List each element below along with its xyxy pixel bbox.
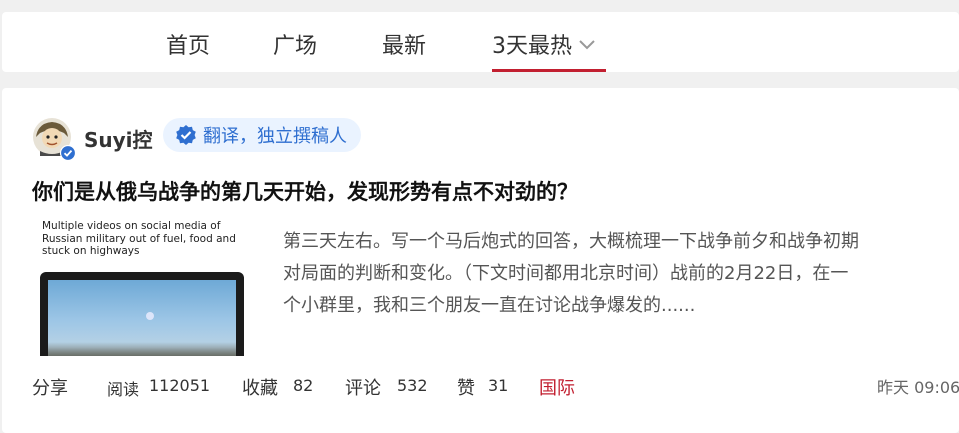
verified-check-icon bbox=[60, 145, 76, 161]
thumbnail-treeline bbox=[48, 342, 236, 356]
chevron-down-icon bbox=[579, 40, 595, 50]
tab-3day-hottest-label: 3天最热 bbox=[492, 34, 572, 59]
excerpt-line: 对局面的判断和变化。（下文时间都用北京时间）战前的2月22日，在一 bbox=[283, 263, 849, 284]
verified-badge-icon bbox=[176, 125, 196, 145]
author-badge: 翻译，独立撰稿人 bbox=[163, 118, 361, 152]
comments-count: 532 bbox=[397, 376, 428, 395]
tab-latest[interactable]: 最新 bbox=[382, 28, 426, 60]
author-badge-text: 翻译，独立撰稿人 bbox=[203, 126, 347, 147]
post-excerpt[interactable]: 第三天左右。写一个马后炮式的回答，大概梳理一下战争前夕和战争初期 对局面的判断和… bbox=[283, 226, 959, 322]
reads-count: 112051 bbox=[149, 376, 211, 395]
favorite-button[interactable]: 收藏 bbox=[242, 374, 278, 400]
likes-count: 31 bbox=[488, 376, 509, 395]
excerpt-line: 第三天左右。写一个马后炮式的回答，大概梳理一下战争前夕和战争初期 bbox=[283, 231, 859, 252]
reads-label: 阅读 bbox=[107, 380, 140, 399]
tab-home-label: 首页 bbox=[166, 34, 211, 59]
favorites-count: 82 bbox=[293, 376, 314, 395]
avatar[interactable] bbox=[32, 117, 76, 161]
comment-button[interactable]: 评论 bbox=[345, 374, 381, 400]
thumbnail-object bbox=[146, 312, 154, 320]
post-footer: 分享 阅读 112051 收藏 82 评论 532 赞 31 国际 昨天 09:… bbox=[32, 374, 959, 402]
like-button[interactable]: 赞 bbox=[457, 374, 475, 400]
top-navigation: 首页 广场 最新 3天最热 bbox=[2, 12, 959, 72]
post-card[interactable]: Suyi控 翻译，独立撰稿人 你们是从俄乌战争的第几天开始，发现形势有点不对劲的… bbox=[2, 88, 959, 433]
author-name[interactable]: Suyi控 bbox=[84, 124, 153, 153]
post-thumbnail[interactable]: Multiple videos on social media of Russi… bbox=[32, 214, 252, 356]
tab-home[interactable]: 首页 bbox=[166, 28, 210, 60]
thumbnail-video-frame bbox=[40, 272, 244, 356]
thumbnail-caption: Multiple videos on social media of Russi… bbox=[42, 220, 236, 257]
tab-square-label: 广场 bbox=[273, 34, 318, 59]
tab-3day-hottest[interactable]: 3天最热 bbox=[492, 28, 596, 60]
category-tag[interactable]: 国际 bbox=[539, 374, 575, 400]
tab-latest-label: 最新 bbox=[382, 34, 427, 59]
post-time: 昨天 09:06 bbox=[877, 378, 959, 397]
post-title[interactable]: 你们是从俄乌战争的第几天开始，发现形势有点不对劲的？ bbox=[32, 176, 578, 206]
tab-square[interactable]: 广场 bbox=[273, 28, 317, 60]
excerpt-line: 个小群里，我和三个朋友一直在讨论战争爆发的...... bbox=[283, 295, 696, 316]
active-tab-indicator bbox=[492, 69, 606, 72]
share-button[interactable]: 分享 bbox=[32, 374, 68, 400]
